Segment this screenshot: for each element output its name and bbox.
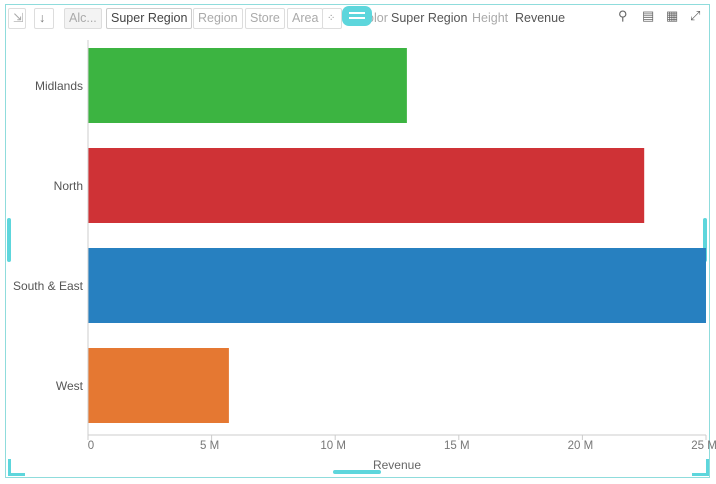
bar-north (88, 148, 645, 223)
y-tick-label: North (54, 179, 83, 193)
bar-midlands (88, 48, 407, 123)
y-tick-label: West (56, 379, 84, 393)
x-tick-label: 20 M (568, 440, 594, 452)
x-tick-label: 10 M (320, 440, 346, 452)
x-tick-label: 0 (88, 440, 94, 452)
x-tick-label: 25 M (691, 440, 716, 452)
bar-west (88, 348, 229, 423)
x-tick-label: 5 M (200, 440, 219, 452)
bar-chart: Midlands North South & East West 0 5 M 10 M 15 … (13, 40, 716, 472)
x-axis-title: Revenue (373, 458, 421, 472)
y-tick-label: Midlands (35, 79, 83, 93)
x-tick-label: 15 M (444, 440, 470, 452)
y-tick-label: South & East (13, 279, 84, 293)
bar-south-east (88, 248, 706, 323)
